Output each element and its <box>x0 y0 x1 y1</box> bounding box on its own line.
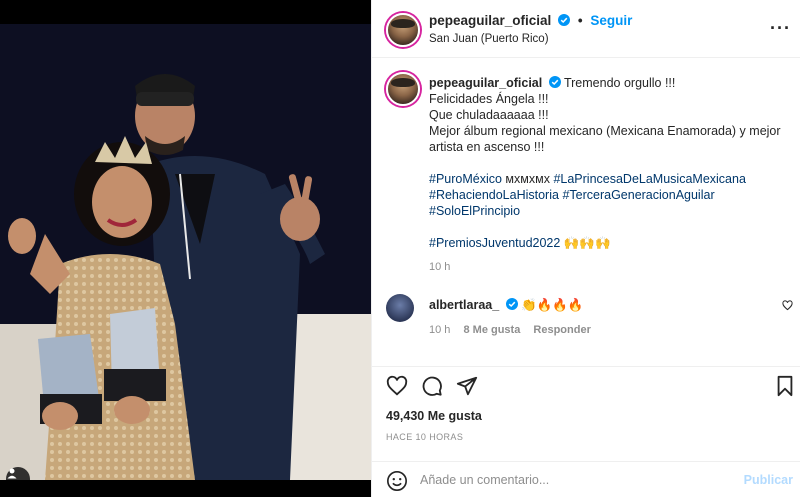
commenter-username[interactable]: albertlaraa_ <box>429 298 499 312</box>
comment-likes[interactable]: 8 Me gusta <box>463 324 520 336</box>
post-sidebar: pepeaguilar_oficial • Seguir San Juan (P… <box>371 0 800 497</box>
publish-button[interactable]: Publicar <box>744 473 793 487</box>
save-bookmark-icon[interactable] <box>774 375 796 397</box>
comment-meta: 10 h 8 Me gusta Responder <box>429 324 601 336</box>
comment-like-heart-icon[interactable] <box>782 300 793 311</box>
comment-emojis: 👏🔥🔥🔥 <box>521 298 584 312</box>
hashtag-rehaciendo[interactable]: #RehaciendoLaHistoria <box>429 188 559 202</box>
hashtag-tercera[interactable]: #TerceraGeneracionAguilar <box>562 188 714 202</box>
photo-illustration <box>0 24 371 480</box>
like-heart-icon[interactable] <box>386 375 408 397</box>
post-photo[interactable] <box>0 24 371 480</box>
more-options-icon[interactable]: ··· <box>770 18 791 39</box>
comment-timestamp: 10 h <box>429 324 451 336</box>
comment-bubble-icon[interactable] <box>421 375 443 397</box>
emoji-icon[interactable] <box>386 470 408 492</box>
comment-reply-button[interactable]: Responder <box>533 324 590 336</box>
author-avatar[interactable] <box>386 13 420 47</box>
post-media[interactable] <box>0 0 371 497</box>
caption-author-avatar[interactable] <box>386 72 420 106</box>
share-send-icon[interactable] <box>456 375 478 397</box>
raised-hands-emojis: 🙌🙌🙌 <box>563 236 611 250</box>
caption-text-mxmx: мхмхмх <box>501 172 554 186</box>
comment-composer: Publicar <box>372 461 800 497</box>
caption-username[interactable]: pepeaguilar_oficial <box>429 76 542 90</box>
author-username[interactable]: pepeaguilar_oficial <box>429 13 551 28</box>
post-location[interactable]: San Juan (Puerto Rico) <box>429 33 549 45</box>
hashtag-premiosjuventud[interactable]: #PremiosJuventud2022 <box>429 236 560 250</box>
post-age: HACE 10 HORAS <box>386 432 464 442</box>
hashtag-puromexico[interactable]: #PuroMéxico <box>429 172 502 186</box>
post-header: pepeaguilar_oficial • Seguir San Juan (P… <box>372 0 800 58</box>
verified-badge-icon <box>505 298 518 310</box>
likes-count[interactable]: 49,430 Me gusta <box>386 409 482 423</box>
comment-text: albertlaraa_ 👏🔥🔥🔥 <box>429 298 583 313</box>
author-line: pepeaguilar_oficial • Seguir <box>429 13 632 28</box>
hashtag-soloelprincipio[interactable]: #SoloElPrincipio <box>429 204 520 218</box>
caption-line-1: Tremendo orgullo !!! <box>563 76 676 90</box>
verified-badge-icon <box>548 76 561 88</box>
post-actions <box>372 366 800 402</box>
caption-timestamp: 10 h <box>429 261 451 273</box>
caption-line-2: Felicidades Ángela !!! <box>429 92 549 106</box>
caption-text: pepeaguilar_oficial Tremendo orgullo !!!… <box>429 75 784 251</box>
caption-line-4: Mejor álbum regional mexicano (Mexicana … <box>429 124 781 154</box>
caption-line-3: Que chuladaaaaaa !!! <box>429 108 549 122</box>
comment-input[interactable] <box>420 468 730 492</box>
header-separator: • <box>577 13 583 28</box>
verified-badge-icon <box>558 14 571 26</box>
hashtag-laprincesa[interactable]: #LaPrincesaDeLaMusicaMexicana <box>553 172 745 186</box>
user-tag-icon <box>7 468 17 479</box>
comment-row: albertlaraa_ 👏🔥🔥🔥 10 h 8 Me gusta Respon… <box>372 290 800 350</box>
commenter-avatar[interactable] <box>386 294 414 322</box>
follow-button[interactable]: Seguir <box>590 13 632 28</box>
